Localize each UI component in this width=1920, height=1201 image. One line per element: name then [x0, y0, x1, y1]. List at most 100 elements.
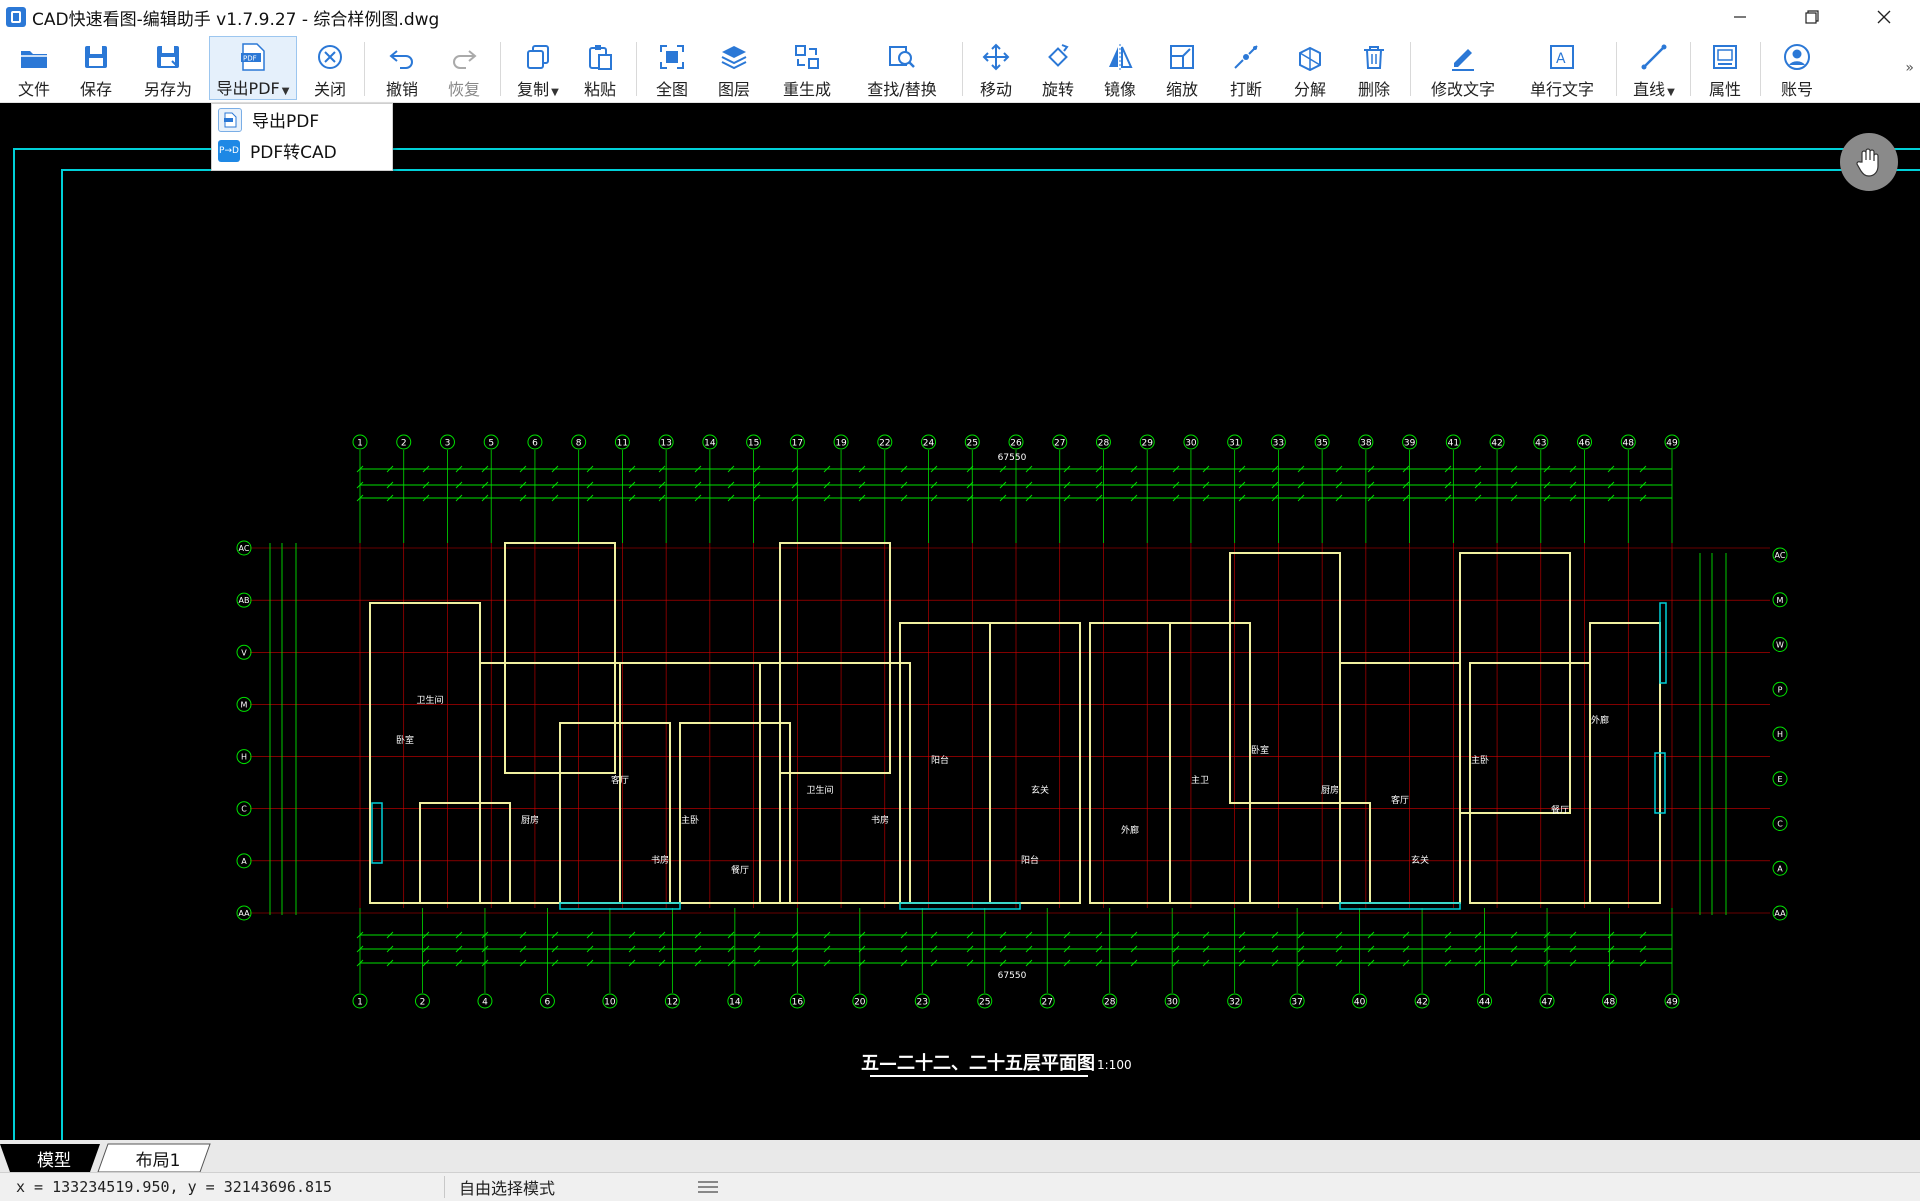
rotate-button[interactable]: 旋转: [1034, 36, 1082, 100]
copy-button[interactable]: 复制 ▼: [512, 36, 564, 100]
find-replace-button[interactable]: 查找/替换: [858, 36, 946, 100]
grid-bubble-label: H: [241, 753, 247, 762]
wall: [369, 602, 481, 904]
grid-bubble-label: 28: [1104, 998, 1116, 1008]
break-button[interactable]: 打断: [1222, 36, 1270, 100]
minimize-button[interactable]: [1704, 0, 1776, 34]
close-file-button[interactable]: 关闭: [306, 36, 354, 100]
search-icon: [885, 40, 919, 74]
toolbar-divider: [1690, 42, 1691, 96]
menu-item-export-pdf[interactable]: 导出PDF: [212, 104, 392, 135]
toolbar-divider: [1410, 42, 1411, 96]
wall: [679, 722, 791, 904]
grid-bubble-label: 25: [979, 998, 990, 1008]
room-label: 卧室: [396, 734, 414, 746]
user-icon: [1780, 40, 1814, 74]
grid-bubble-label: AC: [1775, 551, 1786, 560]
room-label: 餐厅: [1551, 804, 1569, 816]
menu-lines-icon[interactable]: [697, 1179, 719, 1195]
mirror-button[interactable]: 镜像: [1096, 36, 1144, 100]
grid-bubble-label: 1: [357, 998, 363, 1008]
grid-bubble-label: 46: [1579, 439, 1591, 449]
properties-button[interactable]: 属性: [1700, 36, 1750, 100]
grid-bubble-label: W: [1776, 641, 1784, 650]
delete-button[interactable]: 删除: [1350, 36, 1398, 100]
grid-bubble-label: 44: [1479, 998, 1491, 1008]
room-label: 玄关: [1031, 784, 1049, 796]
grid-bubble-label: 4: [482, 998, 488, 1008]
wall: [1249, 802, 1371, 904]
grid-bubble-label: 31: [1229, 439, 1240, 449]
single-line-text-button[interactable]: A 单行文字: [1522, 36, 1602, 100]
room-label: 主卧: [681, 814, 699, 826]
copy-icon: [521, 40, 555, 74]
grid-bubble-label: 22: [879, 439, 890, 449]
text-icon: A: [1545, 40, 1579, 74]
grid-bubble-label: 49: [1666, 439, 1678, 449]
wall-outlines: [369, 542, 1667, 910]
toolbar-divider: [500, 42, 501, 96]
wall: [619, 662, 781, 904]
zoom-extents-button[interactable]: 全图: [648, 36, 696, 100]
toolbar-divider: [1616, 42, 1617, 96]
wall: [1339, 662, 1461, 904]
room-label: 外廊: [1121, 824, 1139, 836]
grid-bubble-label: AA: [1774, 909, 1786, 918]
room-label: 阳台: [1021, 854, 1039, 866]
grid-bubble-label: 15: [748, 439, 759, 449]
grid-bubble-label: 27: [1054, 439, 1065, 449]
pdf-icon: [218, 107, 242, 132]
restore-button[interactable]: [1776, 0, 1848, 34]
move-button[interactable]: 移动: [972, 36, 1020, 100]
layers-button[interactable]: 图层: [710, 36, 758, 100]
room-label: 主卫: [1191, 774, 1209, 786]
room-label: 卧室: [1251, 744, 1269, 756]
paste-button[interactable]: 粘贴: [574, 36, 626, 100]
room-label: 外廊: [1591, 714, 1609, 726]
toolbar-overflow-icon[interactable]: »: [1905, 60, 1914, 76]
grid-bubble-label: C: [241, 805, 247, 814]
regenerate-button[interactable]: 重生成: [776, 36, 838, 100]
edit-text-button[interactable]: 修改文字: [1424, 36, 1502, 100]
file-button[interactable]: 文件: [8, 36, 60, 100]
tab-model[interactable]: 模型: [16, 1144, 92, 1172]
scale-button[interactable]: 缩放: [1158, 36, 1206, 100]
line-button[interactable]: 直线 ▼: [1626, 36, 1682, 100]
grid-bubble-label: 47: [1541, 998, 1552, 1008]
hand-icon: [1856, 148, 1879, 177]
total-dimension-bottom: 67550: [998, 971, 1027, 981]
room-label: 主卧: [1471, 754, 1489, 766]
pan-hand-button[interactable]: [1840, 133, 1898, 191]
chevron-down-icon: ▼: [1667, 87, 1675, 98]
grid-bubble-label: 40: [1354, 998, 1366, 1008]
save-button[interactable]: 保存: [70, 36, 122, 100]
redo-button[interactable]: 恢复: [438, 36, 490, 100]
drawing-scale: 1:100: [1097, 1058, 1132, 1072]
save-as-button[interactable]: 另存为: [136, 36, 200, 100]
grid-bubble-label: V: [241, 648, 247, 657]
account-button[interactable]: 账号: [1772, 36, 1822, 100]
export-pdf-button[interactable]: PDF 导出PDF ▼: [209, 36, 297, 100]
undo-button[interactable]: 撤销: [376, 36, 428, 100]
grid-bubble-label: 42: [1491, 439, 1502, 449]
undo-icon: [385, 40, 419, 74]
selection-mode: 自由选择模式: [459, 1179, 556, 1198]
grid-bubble-label: M: [1777, 596, 1784, 605]
grid-bubble-label: 28: [1098, 439, 1110, 449]
wall: [759, 662, 911, 904]
drawing-canvas[interactable]: 卧室 厨房 客厅 主卧 餐厅 卫生间 书房 阳台 玄关 外廊 主卫 卧室 厨房 客厅 主卧 餐厅 卫生间 书房 阳台…: [0, 103, 1920, 1140]
close-window-button[interactable]: [1848, 0, 1920, 34]
room-label: 客厅: [1391, 794, 1409, 806]
tab-layout-1[interactable]: 布局1: [116, 1144, 200, 1172]
wall: [1459, 552, 1571, 814]
break-icon: [1229, 40, 1263, 74]
grid-bubble-label: 17: [792, 439, 803, 449]
grid-bubble-label: 8: [576, 439, 582, 449]
grid-bubble-label: 14: [704, 439, 716, 449]
explode-button[interactable]: 分解: [1286, 36, 1334, 100]
grid-bubble-label: 42: [1416, 998, 1427, 1008]
grid-bubble-label: 14: [729, 998, 741, 1008]
grid-bubble-label: 30: [1185, 439, 1197, 449]
wall: [1469, 662, 1591, 904]
menu-item-pdf-to-cad[interactable]: P→D PDF转CAD: [212, 135, 392, 166]
